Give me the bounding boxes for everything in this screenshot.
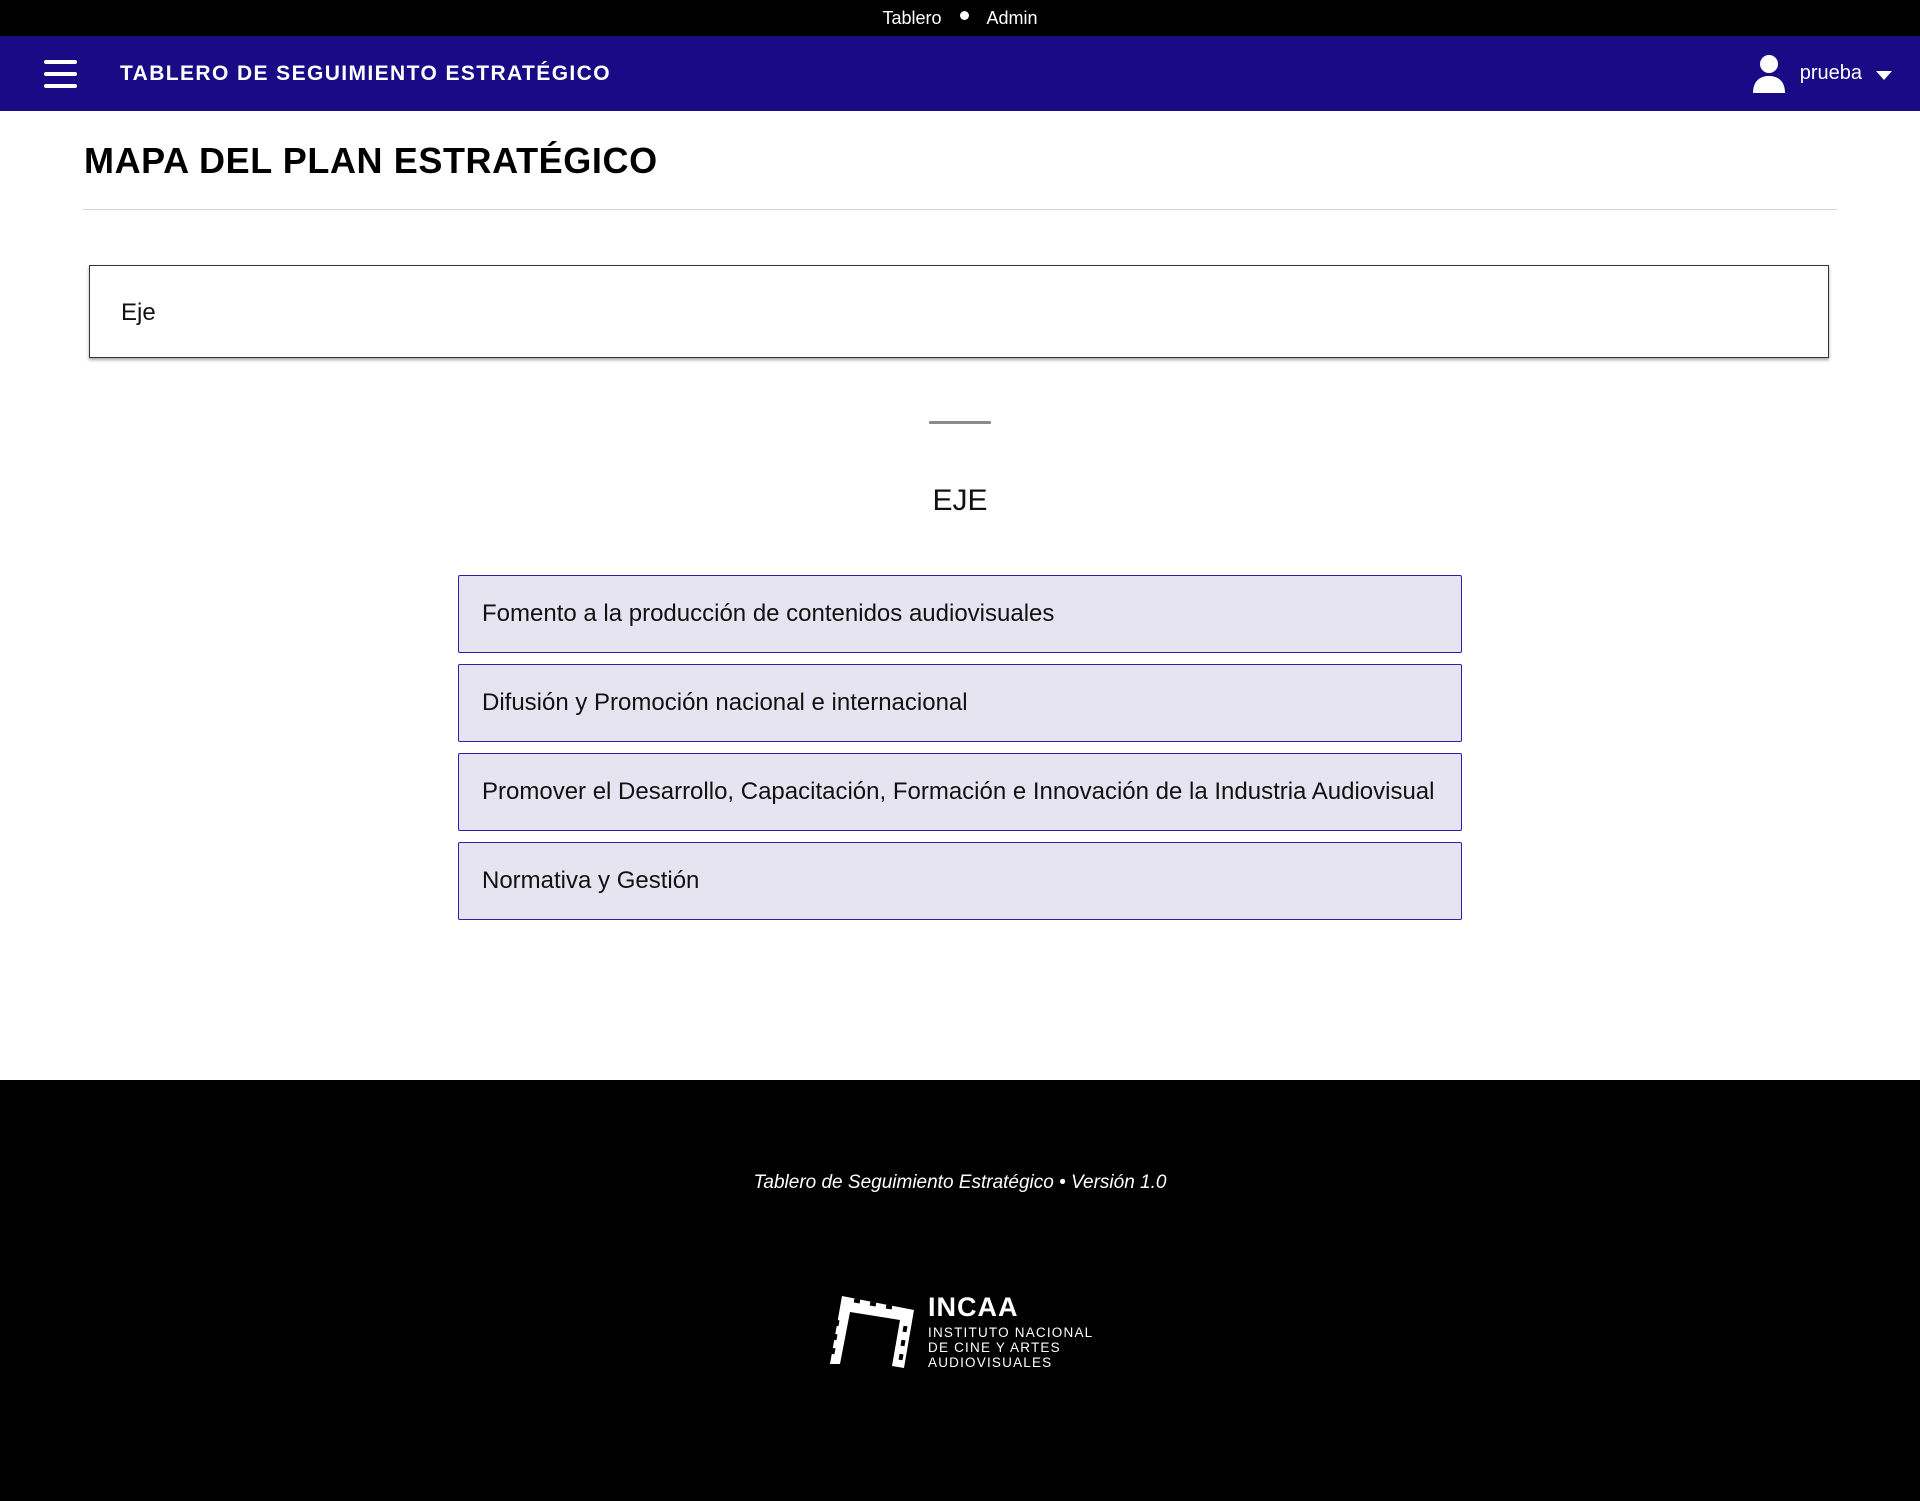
admin-link[interactable]: Admin bbox=[987, 8, 1038, 29]
app-title[interactable]: TABLERO DE SEGUIMIENTO ESTRATÉGICO bbox=[120, 36, 611, 111]
footer-version-text: Tablero de Seguimiento Estratégico • Ver… bbox=[753, 1172, 1167, 1193]
incaa-logo: INCAA INSTITUTO NACIONAL DE CINE Y ARTES… bbox=[826, 1290, 1116, 1370]
axis-item-fomento[interactable]: Fomento a la producción de contenidos au… bbox=[458, 575, 1462, 653]
section-heading: EJE bbox=[932, 484, 988, 517]
logo-subtitle-line: INSTITUTO NACIONAL bbox=[928, 1325, 1094, 1340]
logo-subtitle-line: AUDIOVISUALES bbox=[928, 1355, 1053, 1370]
eje-selector-box[interactable]: Eje bbox=[89, 265, 1829, 358]
separator-dot bbox=[959, 10, 969, 20]
logo-subtitle-line: DE CINE Y ARTES bbox=[928, 1340, 1061, 1355]
tablero-link[interactable]: Tablero bbox=[882, 8, 941, 29]
film-strip-logo bbox=[830, 1296, 914, 1368]
footer: Tablero de Seguimiento Estratégico • Ver… bbox=[0, 1080, 1920, 1501]
section-divider bbox=[929, 421, 991, 424]
axis-item-difusion[interactable]: Difusión y Promoción nacional e internac… bbox=[458, 664, 1462, 742]
eje-box-label: Eje bbox=[121, 299, 156, 326]
page-title: MAPA DEL PLAN ESTRATÉGICO bbox=[84, 140, 658, 181]
axis-item-normativa[interactable]: Normativa y Gestión bbox=[458, 842, 1462, 920]
navbar: TABLERO DE SEGUIMIENTO ESTRATÉGICO prueb… bbox=[0, 36, 1920, 111]
logo-name: INCAA bbox=[928, 1292, 1019, 1322]
user-icon bbox=[1752, 54, 1785, 93]
caret-down-icon bbox=[1876, 70, 1892, 80]
top-links-bar: Tablero Admin bbox=[0, 0, 1920, 36]
hamburger-menu-icon[interactable] bbox=[44, 60, 77, 88]
axis-list: Fomento a la producción de contenidos au… bbox=[458, 575, 1462, 931]
user-name: prueba bbox=[1799, 62, 1862, 84]
user-menu[interactable]: prueba bbox=[1752, 36, 1892, 111]
axis-item-desarrollo[interactable]: Promover el Desarrollo, Capacitación, Fo… bbox=[458, 753, 1462, 831]
title-divider bbox=[83, 209, 1837, 210]
